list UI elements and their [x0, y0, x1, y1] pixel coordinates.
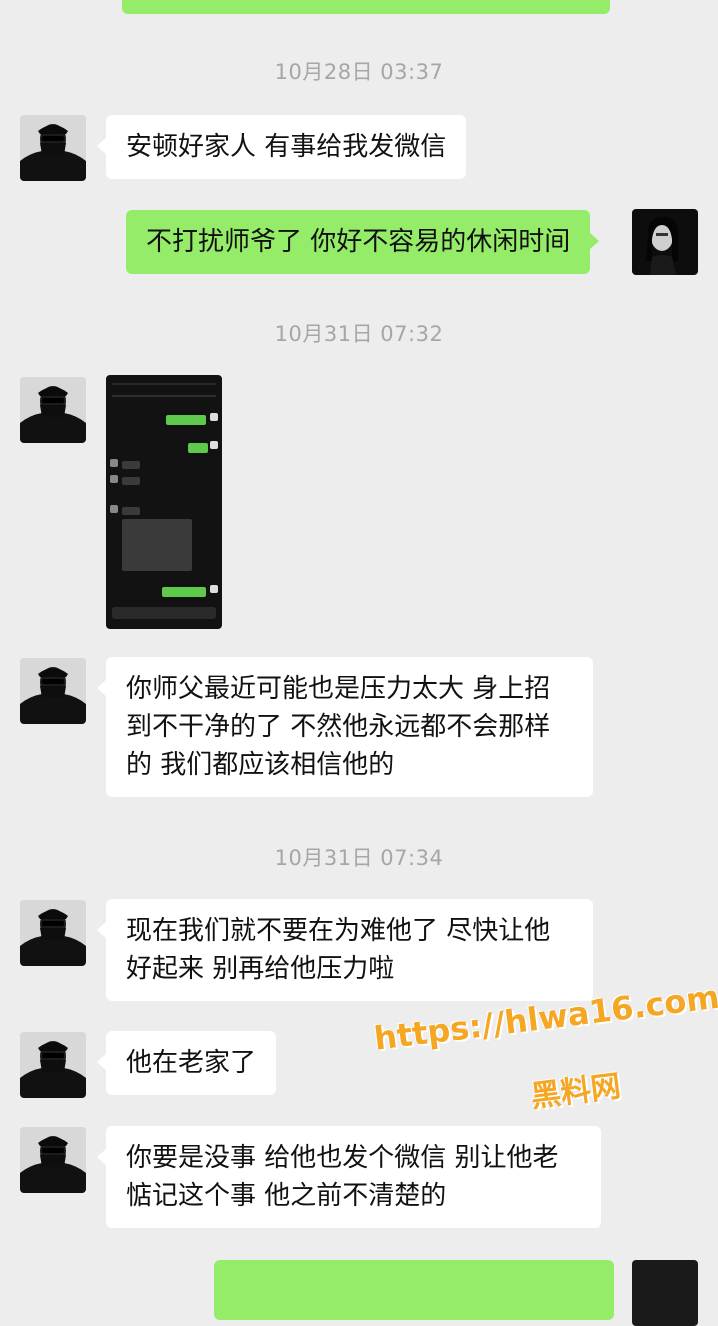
- timestamp: 10月31日 07:32: [274, 322, 444, 346]
- message-text-line: 到不干净的了 不然他永远都不会那样: [126, 712, 551, 742]
- message-text-line: 你要是没事 给他也发个微信 别让他老: [126, 1143, 559, 1173]
- message-bubble[interactable]: 他在老家了: [96, 1031, 277, 1095]
- sent-message-bubble[interactable]: 不打扰师爷了 你好不容易的休闲时间: [126, 210, 600, 274]
- woman-portrait-avatar[interactable]: [632, 209, 698, 275]
- message-bubble[interactable]: 你要是没事 给他也发个微信 别让他老 惦记这个事 他之前不清楚的: [97, 1126, 601, 1228]
- message-text: 他在老家了: [126, 1048, 257, 1078]
- message-bubble[interactable]: 安顿好家人 有事给我发微信: [96, 115, 467, 179]
- previous-message-bubble[interactable]: [122, 0, 610, 14]
- masked-man-avatar[interactable]: [20, 377, 86, 443]
- message-text-line: 你师父最近可能也是压力太大 身上招: [126, 674, 551, 704]
- masked-man-avatar[interactable]: [20, 1032, 86, 1098]
- message-text-line: 惦记这个事 他之前不清楚的: [126, 1181, 447, 1211]
- masked-man-avatar[interactable]: [20, 900, 86, 966]
- timestamp: 10月31日 07:34: [274, 846, 444, 870]
- next-message-bubble[interactable]: [214, 1260, 614, 1320]
- message-text: 安顿好家人 有事给我发微信: [126, 132, 447, 162]
- message-bubble[interactable]: 你师父最近可能也是压力太大 身上招 到不干净的了 不然他永远都不会那样 的 我们…: [97, 657, 593, 797]
- woman-portrait-avatar[interactable]: [632, 1260, 698, 1326]
- message-text: 不打扰师爷了 你好不容易的休闲时间: [146, 227, 571, 257]
- message-text-line: 现在我们就不要在为难他了 尽快让他: [126, 916, 551, 946]
- message-text-line: 的 我们都应该相信他的: [126, 750, 395, 780]
- watermark-site-name: 黑料网: [528, 1068, 623, 1115]
- timestamp: 10月28日 03:37: [274, 60, 444, 84]
- masked-man-avatar[interactable]: [20, 658, 86, 724]
- masked-man-avatar[interactable]: [20, 1127, 86, 1193]
- chat-screenshot-image[interactable]: [106, 375, 222, 629]
- message-bubble[interactable]: 现在我们就不要在为难他了 尽快让他 好起来 别再给他压力啦: [97, 899, 593, 1001]
- masked-man-avatar[interactable]: [20, 115, 86, 181]
- message-text-line: 好起来 别再给他压力啦: [126, 954, 395, 984]
